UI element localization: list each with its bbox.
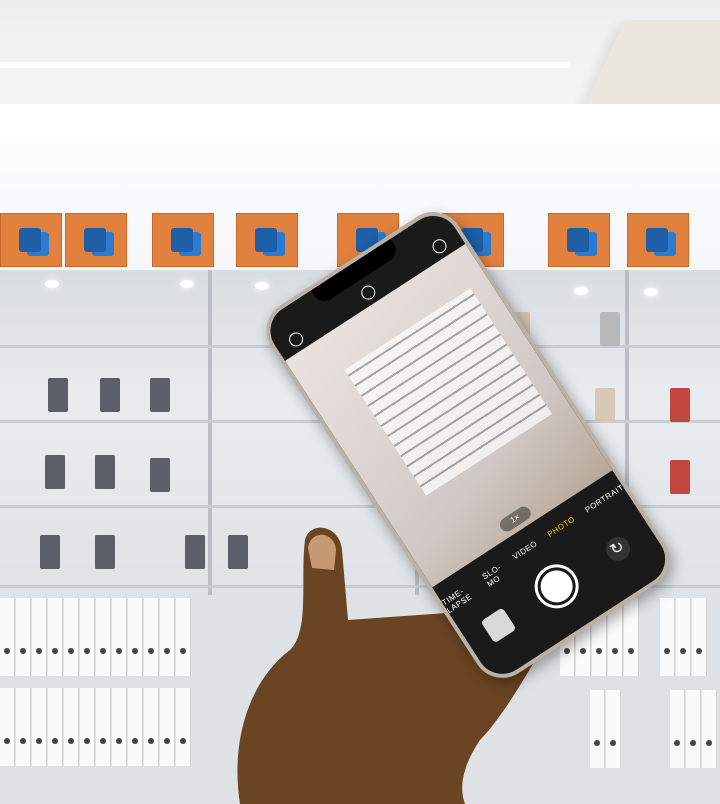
displayed-phone	[185, 535, 205, 569]
flip-camera-icon[interactable]	[601, 532, 635, 566]
phone-box	[32, 688, 47, 766]
mode-portrait[interactable]: PORTRAIT	[583, 483, 629, 521]
box-stack	[0, 598, 195, 676]
phone-box	[96, 688, 111, 766]
phone-box	[676, 598, 691, 676]
product-box	[236, 213, 298, 267]
phone-box	[160, 598, 175, 676]
displayed-phone	[595, 388, 615, 422]
product-box	[548, 213, 610, 267]
phone-box	[112, 598, 127, 676]
displayed-phone	[45, 455, 65, 489]
phone-box	[64, 598, 79, 676]
phone-box	[160, 688, 175, 766]
displayed-phone	[40, 535, 60, 569]
product-box	[0, 213, 62, 267]
displayed-phone	[670, 460, 690, 494]
ceiling-lamp	[180, 280, 194, 288]
phone-box	[96, 598, 111, 676]
displayed-phone	[95, 535, 115, 569]
ceiling-lamp	[644, 288, 658, 296]
phone-box	[80, 688, 95, 766]
phone-box	[80, 598, 95, 676]
mode-video[interactable]: VIDEO	[511, 539, 543, 567]
phone-box	[144, 598, 159, 676]
phone-box	[128, 598, 143, 676]
phone-box	[48, 688, 63, 766]
phone-box	[176, 688, 191, 766]
product-box	[65, 213, 127, 267]
phone-box	[590, 690, 605, 768]
mode-photo[interactable]: PHOTO	[546, 515, 581, 545]
showcase-frame	[208, 270, 212, 595]
phone-box	[16, 598, 31, 676]
displayed-phone	[48, 378, 68, 412]
ceiling-lamp	[255, 282, 269, 290]
mode-slo-mo[interactable]: SLO-MO	[481, 562, 508, 588]
shutter-button[interactable]	[526, 555, 588, 617]
phone-box	[16, 688, 31, 766]
live-photo-icon[interactable]	[358, 282, 378, 303]
displayed-phone	[600, 312, 620, 346]
phone-box	[112, 688, 127, 766]
phone-box	[128, 688, 143, 766]
displayed-phone	[95, 455, 115, 489]
phone-box	[0, 688, 15, 766]
displayed-phone	[670, 388, 690, 422]
phone-box	[692, 598, 707, 676]
phone-box	[0, 598, 15, 676]
phone-box	[144, 688, 159, 766]
phone-box	[624, 598, 639, 676]
phone-box	[686, 690, 701, 768]
phone-box	[702, 690, 717, 768]
hand-thumbnail	[308, 534, 336, 570]
box-stack	[0, 688, 195, 766]
displayed-phone	[150, 378, 170, 412]
flash-icon[interactable]	[286, 329, 306, 350]
phone-box	[176, 598, 191, 676]
phone-box	[660, 598, 675, 676]
product-box	[152, 213, 214, 267]
phone-box	[32, 598, 47, 676]
chevron-up-icon[interactable]	[429, 236, 450, 256]
displayed-phone	[100, 378, 120, 412]
box-stack	[590, 690, 720, 768]
photo-thumbnail[interactable]	[480, 607, 517, 644]
phone-box	[606, 690, 621, 768]
displayed-phone	[150, 458, 170, 492]
product-box	[627, 213, 689, 267]
ceiling-lamp	[574, 287, 588, 295]
phone-box	[48, 598, 63, 676]
ceiling-lamp	[45, 280, 59, 288]
mode-time-lapse[interactable]: TIME-LAPSE	[440, 581, 477, 615]
phone-box	[670, 690, 685, 768]
phone-box	[64, 688, 79, 766]
